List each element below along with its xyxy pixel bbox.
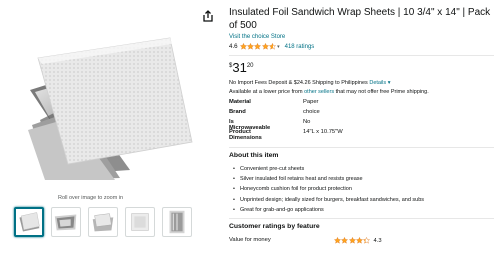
divider [229, 55, 494, 56]
spec-key: Material [229, 99, 251, 105]
availability-prefix: Available at a lower price from [229, 89, 305, 95]
spec-key: Brand [229, 109, 246, 115]
thumbnail-5[interactable] [162, 207, 192, 237]
price-whole: 31 [232, 60, 247, 75]
store-link[interactable]: Visit the choice Store [229, 34, 285, 40]
feature-rating-value: 4.3 [373, 237, 382, 244]
star-icon [348, 237, 356, 244]
other-sellers-link[interactable]: other sellers [304, 89, 334, 95]
ratings-count-link[interactable]: 418 ratings [285, 44, 315, 50]
product-title: Insulated Foil Sandwich Wrap Sheets | 10… [229, 7, 491, 31]
list-item: Convenient pre-cut sheets [233, 164, 424, 174]
rating-stars[interactable] [239, 43, 276, 50]
thumbnail-1[interactable] [14, 207, 44, 237]
rating-value: 4.6 [229, 43, 238, 50]
spec-value: No [303, 119, 311, 125]
price-fraction: 20 [246, 63, 254, 69]
divider [229, 147, 494, 148]
star-icon [261, 43, 269, 50]
main-product-image[interactable] [20, 30, 200, 180]
thumbnail-4[interactable] [125, 207, 155, 237]
share-icon[interactable] [201, 9, 215, 23]
shipping-details-link[interactable]: Details [369, 80, 386, 86]
star-icon [239, 43, 247, 50]
feature-rating: 4.3 [334, 237, 382, 244]
list-item: Honeycomb cushion foil for product prote… [233, 184, 424, 194]
star-icon [341, 237, 349, 244]
price: $ 31 20 [229, 61, 254, 74]
feature-label: Value for money [229, 237, 271, 243]
about-heading: About this item [229, 152, 279, 159]
divider [229, 218, 494, 219]
spec-value: Paper [303, 99, 319, 105]
shipping-text: No Import Fees Deposit & $24.26 Shipping… [229, 80, 370, 86]
shipping-info: No Import Fees Deposit & $24.26 Shipping… [229, 80, 390, 86]
star-icon [363, 237, 371, 244]
list-item: Unprinted design; ideally sized for burg… [233, 195, 424, 205]
star-icon [334, 237, 341, 244]
list-item: Silver insulated foil retains heat and r… [233, 174, 424, 184]
spec-key: Product Dimensions [229, 129, 262, 141]
spec-value: 14"L x 10.75"W [303, 129, 343, 135]
chevron-down-icon[interactable]: ▾ [277, 44, 280, 50]
chevron-down-icon[interactable]: ▾ [388, 80, 391, 86]
spec-value: choice [303, 109, 320, 115]
star-icon [246, 43, 254, 50]
zoom-hint: Roll over image to zoom in [58, 195, 124, 201]
availability-suffix: that may not offer free Prime shipping. [334, 89, 429, 95]
customer-ratings-heading: Customer ratings by feature [229, 223, 320, 230]
about-bullets: Convenient pre-cut sheets Silver insulat… [233, 164, 424, 215]
availability-info: Available at a lower price from other se… [229, 89, 429, 95]
thumbnail-2[interactable] [51, 207, 81, 237]
star-icon [254, 43, 262, 50]
star-icon [268, 43, 276, 50]
rating-row: 4.6 ▾ 418 ratings [229, 42, 314, 51]
star-icon [355, 237, 363, 244]
list-item: Great for grab-and-go applications [233, 205, 424, 215]
thumbnail-3[interactable] [88, 207, 118, 237]
feature-stars [334, 237, 371, 244]
